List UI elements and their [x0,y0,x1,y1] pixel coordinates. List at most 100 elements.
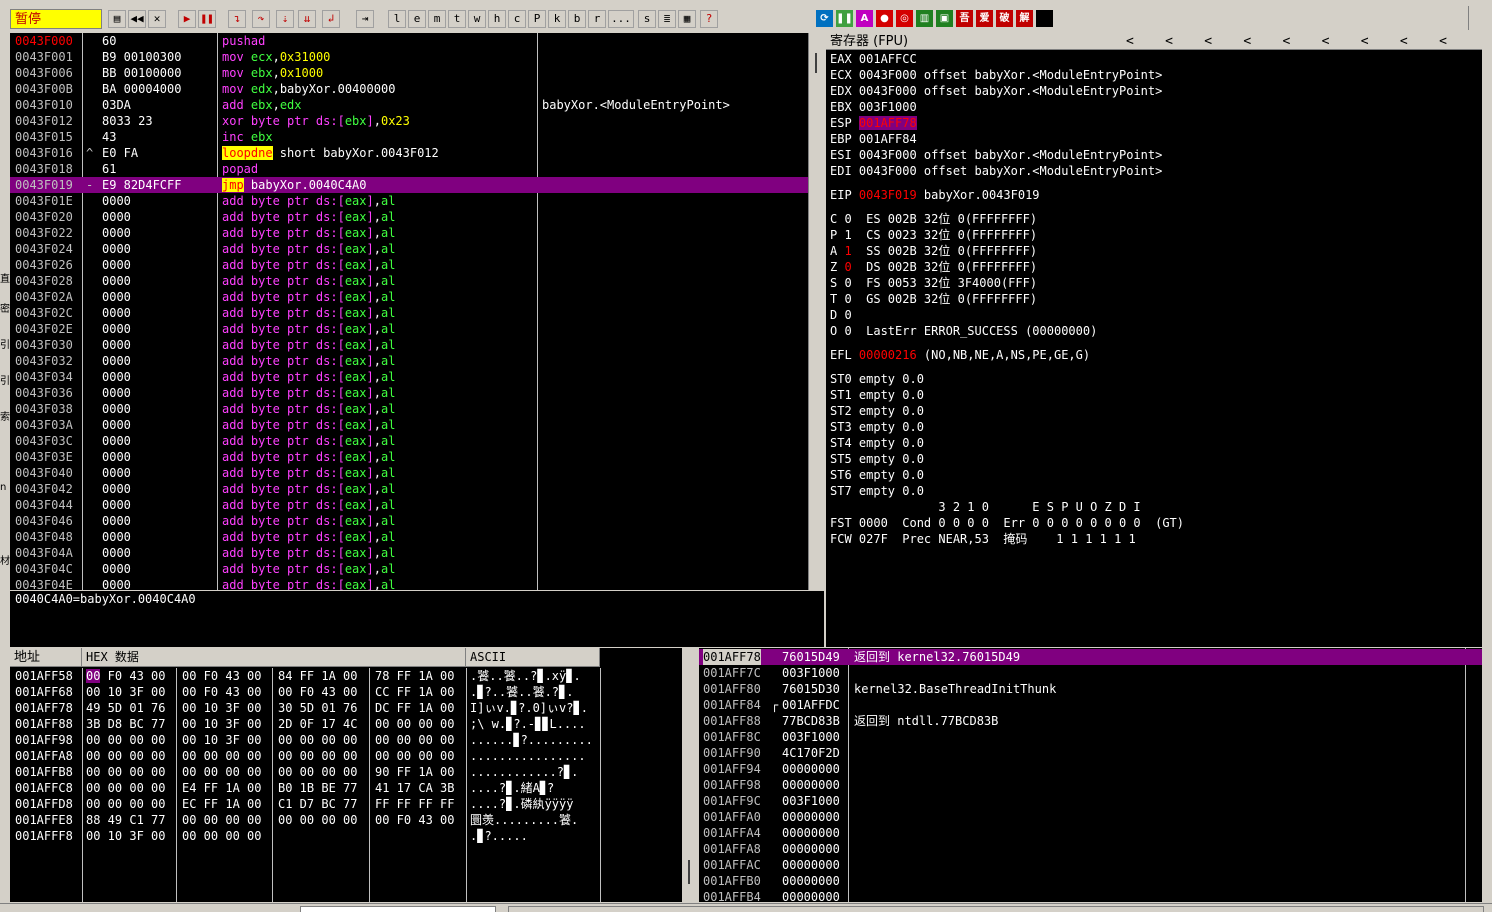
disasm-row[interactable]: 0043F010 03DA add ebx,edx babyXor.<ModuleEn… [10,97,808,113]
disasm-row[interactable]: 0043F036 0000 add byte ptr ds:[eax],al [10,385,808,401]
disasm-row[interactable]: 0043F038 0000 add byte ptr ds:[eax],al [10,401,808,417]
dump-row[interactable]: 001AFFC8 00 00 00 00 E4 FF 1A 00 B0 1B BE 7… [10,780,682,796]
dump-row[interactable]: 001AFFB8 00 00 00 00 00 00 00 00 00 00 00 0… [10,764,682,780]
stack-row[interactable]: 001AFFAC 00000000 [699,857,1482,873]
close-icon[interactable]: ✕ [148,10,166,28]
flag-a[interactable]: A 1 SS 002B 32位 0(FFFFFFFF) [830,243,1037,259]
disasm-row[interactable]: 0043F022 0000 add byte ptr ds:[eax],al [10,225,808,241]
window-button-b[interactable]: b [568,10,586,28]
execute-till-return-icon[interactable]: ↲ [322,10,340,28]
disasm-row[interactable]: 0043F044 0000 add byte ptr ds:[eax],al [10,497,808,513]
stack-row[interactable]: 001AFF8C 003F1000 [699,729,1482,745]
window-button-r[interactable]: r [588,10,606,28]
disasm-row[interactable]: 0043F04A 0000 add byte ptr ds:[eax],al [10,545,808,561]
stack-row[interactable]: 001AFF80 76015D30 kernel32.BaseThreadInitT… [699,681,1482,697]
stack-row[interactable]: 001AFF84 ┌ 001AFFDC [699,697,1482,713]
window-button-e[interactable]: e [408,10,426,28]
window-button-k[interactable]: k [548,10,566,28]
disasm-row[interactable]: 0043F016 ^ E0 FA loopdne short babyXor.0043… [10,145,808,161]
dump-row[interactable]: 001AFFD8 00 00 00 00 EC FF 1A 00 C1 D7 BC 7… [10,796,682,812]
window-button-more[interactable]: ... [608,10,634,28]
flag-d[interactable]: D 0 [830,307,852,323]
trace-over-icon[interactable]: ⇊ [298,10,316,28]
fpu-st4[interactable]: ST4 empty 0.0 [830,435,924,451]
stack-pane[interactable]: 001AFF78 76015D49 返回到 kernel32.76015D49 001… [699,648,1482,902]
register-esp[interactable]: ESP 001AFF78 [830,115,917,131]
window-button-t[interactable]: t [448,10,466,28]
stack-row[interactable]: 001AFFA4 00000000 [699,825,1482,841]
stack-row[interactable]: 001AFF9C 003F1000 [699,793,1482,809]
pause-icon[interactable]: ❚❚ [198,10,216,28]
disasm-row[interactable]: 0043F028 0000 add byte ptr ds:[eax],al [10,273,808,289]
register-ebp[interactable]: EBP 001AFF84 [830,131,917,147]
dump-header-ascii[interactable]: ASCII [466,648,600,667]
step-into-icon[interactable]: ↴ [228,10,246,28]
fpu-fcw[interactable]: FCW 027F Prec NEAR,53 掩码 1 1 1 1 1 1 [830,531,1136,547]
flag-t[interactable]: T 0 GS 002B 32位 0(FFFFFFFF) [830,291,1037,307]
disasm-row[interactable]: 0043F046 0000 add byte ptr ds:[eax],al [10,513,808,529]
stack-row[interactable]: 001AFF78 76015D49 返回到 kernel32.76015D49 [699,649,1482,665]
disasm-row[interactable]: 0043F01E 0000 add byte ptr ds:[eax],al [10,193,808,209]
window-button-P[interactable]: P [528,10,546,28]
restart-icon[interactable]: ◀◀ [128,10,146,28]
flag-c[interactable]: C 0 ES 002B 32位 0(FFFFFFFF) [830,211,1037,227]
ai-icon[interactable]: 爱 [976,10,993,27]
flag-o[interactable]: O 0 LastErr ERROR_SUCCESS (00000000) [830,323,1097,339]
plugin-a-icon[interactable]: A [856,10,873,27]
fpu-flags-header[interactable]: 3 2 1 0 E S P U O Z D I [830,499,1140,515]
registers-scrollbar[interactable] [1482,33,1492,647]
dump-row[interactable]: 001AFFF8 00 10 3F 00 00 00 00 00 .▊?..... [10,828,682,844]
register-edi[interactable]: EDI 0043F000 offset babyXor.<ModuleEntry… [830,163,1162,179]
disasm-row[interactable]: 0043F019- E9 82D4FCFF jmp babyXor.0040C4A0 [10,177,808,193]
disasm-row[interactable]: 0043F040 0000 add byte ptr ds:[eax],al [10,465,808,481]
black-icon[interactable] [1036,10,1053,27]
dump-row[interactable]: 001AFF68 00 10 3F 00 00 F0 43 00 00 F0 43 0… [10,684,682,700]
dump-header-hex[interactable]: HEX 数据 [82,648,466,667]
window-button-m[interactable]: m [428,10,446,28]
window-button-c[interactable]: c [508,10,526,28]
flag-s[interactable]: S 0 FS 0053 32位 3F4000(FFF) [830,275,1037,291]
disasm-row[interactable]: 0043F000 60 pushad [10,33,808,49]
refresh-icon[interactable]: ⟳ [816,10,833,27]
stack-row[interactable]: 001AFF94 00000000 [699,761,1482,777]
record-icon[interactable]: ● [876,10,893,27]
disasm-row[interactable]: 0043F048 0000 add byte ptr ds:[eax],al [10,529,808,545]
window-button-w[interactable]: w [468,10,486,28]
dump-row[interactable]: 001AFFE8 88 49 C1 77 00 00 00 00 00 00 00 0… [10,812,682,828]
disasm-row[interactable]: 0043F03E 0000 add byte ptr ds:[eax],al [10,449,808,465]
memory-dump-pane[interactable]: 地址 HEX 数据 ASCII 001AFF58 00 F0 43 00 00 F0… [10,648,682,902]
disasm-row[interactable]: 0043F020 0000 add byte ptr ds:[eax],al [10,209,808,225]
register-ebx[interactable]: EBX 003F1000 [830,99,917,115]
disasm-row[interactable]: 0043F012 8033 23 xor byte ptr ds:[ebx],0x2… [10,113,808,129]
stack-row[interactable]: 001AFF90 4C170F2D [699,745,1482,761]
grid-icon[interactable]: ▦ [678,10,696,28]
stack-row[interactable]: 001AFF98 00000000 [699,777,1482,793]
fpu-st7[interactable]: ST7 empty 0.0 [830,483,924,499]
flag-p[interactable]: P 1 CS 0023 32位 0(FFFFFFFF) [830,227,1037,243]
disasm-row[interactable]: 0043F03A 0000 add byte ptr ds:[eax],al [10,417,808,433]
register-eip[interactable]: EIP 0043F019 babyXor.0043F019 [830,187,1040,203]
target-icon[interactable]: ◎ [896,10,913,27]
plugin-pause-icon[interactable]: ❚❚ [836,10,853,27]
disasm-row[interactable]: 0043F042 0000 add byte ptr ds:[eax],al [10,481,808,497]
trace-into-icon[interactable]: ⇣ [276,10,294,28]
disasm-row[interactable]: 0043F034 0000 add byte ptr ds:[eax],al [10,369,808,385]
disasm-row[interactable]: 0043F026 0000 add byte ptr ds:[eax],al [10,257,808,273]
register-esi[interactable]: ESI 0043F000 offset babyXor.<ModuleEntry… [830,147,1162,163]
disassembly-scrollbar[interactable] [808,33,824,590]
jie-icon[interactable]: 解 [1016,10,1033,27]
goto-icon[interactable]: ⇥ [356,10,374,28]
stack-scrollbar[interactable] [1482,648,1492,902]
dump-row[interactable]: 001AFF78 49 5D 01 76 00 10 3F 00 30 5D 01 7… [10,700,682,716]
fpu-st1[interactable]: ST1 empty 0.0 [830,387,924,403]
disasm-row[interactable]: 0043F02E 0000 add byte ptr ds:[eax],al [10,321,808,337]
dump-header-address[interactable]: 地址 [10,648,82,667]
disasm-row[interactable]: 0043F024 0000 add byte ptr ds:[eax],al [10,241,808,257]
fpu-st6[interactable]: ST6 empty 0.0 [830,467,924,483]
window-button-h[interactable]: h [488,10,506,28]
stack-row[interactable]: 001AFF7C 003F1000 [699,665,1482,681]
stack-row[interactable]: 001AFFA8 00000000 [699,841,1482,857]
stack-row[interactable]: 001AFFA0 00000000 [699,809,1482,825]
disasm-row[interactable]: 0043F018 61 popad [10,161,808,177]
register-nav-arrows[interactable]: < < < < < < < < < [1126,33,1447,50]
